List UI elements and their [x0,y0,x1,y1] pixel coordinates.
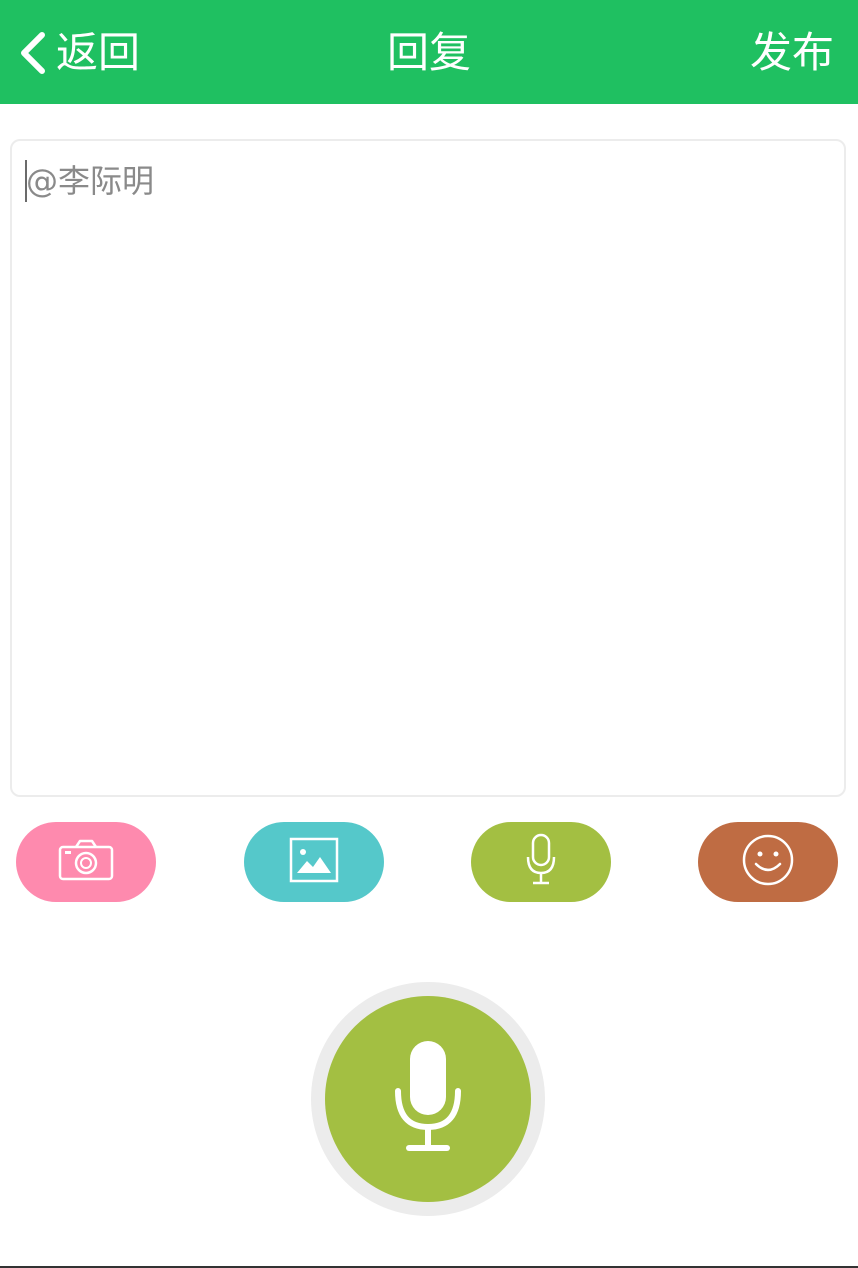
emoji-button[interactable] [698,822,838,902]
back-label: 返回 [56,28,141,77]
chevron-left-icon [18,31,46,75]
top-nav-bar: 返回 回复 发布 [0,0,858,104]
record-voice-button[interactable] [325,996,531,1202]
image-icon [289,837,339,887]
publish-button[interactable]: 发布 [750,22,834,84]
camera-icon [58,838,114,886]
microphone-icon [525,833,557,891]
smiley-icon [741,833,795,891]
microphone-icon [393,1039,463,1159]
reply-input[interactable] [26,159,826,779]
camera-button[interactable] [16,822,156,902]
reply-screen: 返回 回复 发布 [0,0,858,1268]
image-button[interactable] [244,822,384,902]
reply-box [10,139,846,797]
text-caret [25,160,27,202]
voice-button[interactable] [471,822,611,902]
back-button[interactable]: 返回 [18,22,140,84]
